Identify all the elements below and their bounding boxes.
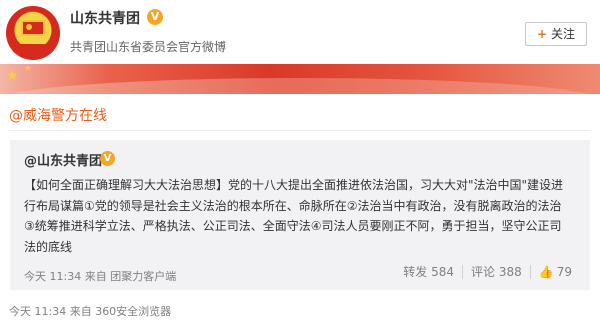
post-text-line: 法的底线 — [24, 239, 73, 254]
account-description: 共青团山东省委员会官方微博 — [70, 40, 227, 54]
plus-icon: + — [536, 27, 548, 41]
original-post-stats: 转发 584 评论 388 👍 79 — [395, 265, 580, 279]
original-author-link[interactable]: @山东共青团 — [24, 150, 102, 169]
avatar[interactable] — [6, 6, 60, 60]
post-meta[interactable]: 今天 11:34 来自 360安全浏览器 — [9, 303, 171, 319]
repost-button[interactable]: 转发 584 — [395, 265, 462, 279]
post-text-line: ③统筹推进科学立法、严格执法、公正司法、全面守法④司法人员要刚正不阿，勇于担当，… — [24, 219, 562, 233]
follow-label: 关注 — [551, 27, 576, 41]
thumbs-up-icon: 👍 — [538, 265, 554, 279]
star-icon: ★ — [6, 68, 19, 84]
divider — [9, 130, 591, 131]
follow-button[interactable]: + 关注 — [525, 22, 587, 46]
account-name[interactable]: 山东共青团 — [70, 8, 140, 28]
comment-button[interactable]: 评论 388 — [462, 265, 530, 279]
banner-wave — [0, 78, 600, 94]
flag-emblem-icon — [21, 20, 45, 36]
verified-icon: V — [147, 9, 163, 25]
original-post-card: @山东共青团 V 【如何全面正确理解习大大法治思想】党的十八大提出全面推进依法治… — [10, 140, 590, 290]
repost-user-link[interactable]: @威海警方在线 — [9, 105, 107, 125]
account-header: 山东共青团 V 共青团山东省委员会官方微博 + 关注 — [0, 0, 600, 64]
decorative-banner: ★ ★ — [0, 64, 600, 94]
ribbon-icon — [12, 44, 54, 54]
original-post-text: 【如何全面正确理解习大大法治思想】党的十八大提出全面推进依法治国，习大大对"法治… — [24, 175, 580, 257]
post-text-line: 行布局谋篇①党的领导是社会主义法治的根本所在、命脉所在②法治当中有政治，没有脱离… — [24, 198, 562, 213]
post-text-line: 【如何全面正确理解习大大法治思想】党的十八大提出全面推进依法治国，习大大对"法治… — [24, 178, 564, 192]
like-button[interactable]: 👍 79 — [529, 265, 580, 279]
like-count: 79 — [556, 265, 572, 279]
verified-icon: V — [100, 151, 115, 166]
original-post-meta[interactable]: 今天 11:34 来自 团聚力客户端 — [24, 268, 176, 284]
star-icon: ★ — [24, 64, 33, 74]
